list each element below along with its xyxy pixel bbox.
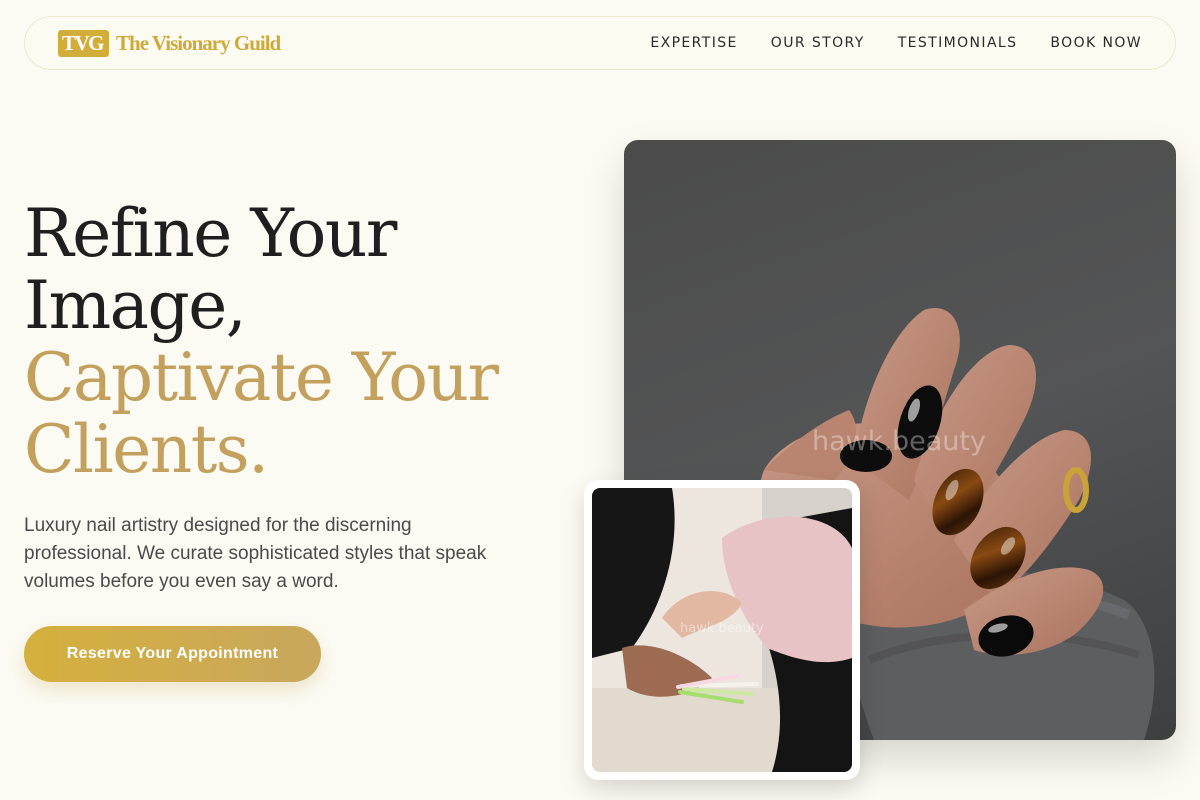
headline-line-1: Refine Your <box>24 195 397 272</box>
nav-link-testimonials[interactable]: TESTIMONIALS <box>898 35 1018 51</box>
logo-mark: TVG <box>58 29 110 57</box>
top-nav: TVG The Visionary Guild EXPERTISE OUR ST… <box>24 16 1176 70</box>
inset-photo-frame: hawk.beauty <box>584 480 860 780</box>
nav-link-book-now[interactable]: BOOK NOW <box>1050 35 1142 51</box>
headline-line-2: Image, <box>24 267 247 344</box>
nail-swatch-illustration <box>592 488 852 772</box>
nav-link-our-story[interactable]: OUR STORY <box>771 35 865 51</box>
inset-photo-nail-swatches: hawk.beauty <box>592 488 852 772</box>
nav-links: EXPERTISE OUR STORY TESTIMONIALS BOOK NO… <box>650 35 1142 51</box>
hero-description: Luxury nail artistry designed for the di… <box>24 515 487 592</box>
headline-accent-line-1: Captivate Your <box>24 339 499 416</box>
hero-headline: Refine Your Image, Captivate Your Client… <box>24 198 584 486</box>
brand-logo-link[interactable]: TVG The Visionary Guild <box>58 29 281 57</box>
nav-link-expertise[interactable]: EXPERTISE <box>650 35 737 51</box>
brand-name: The Visionary Guild <box>116 30 281 55</box>
headline-accent-line-2: Clients. <box>24 411 269 488</box>
reserve-appointment-button[interactable]: Reserve Your Appointment <box>24 626 321 682</box>
